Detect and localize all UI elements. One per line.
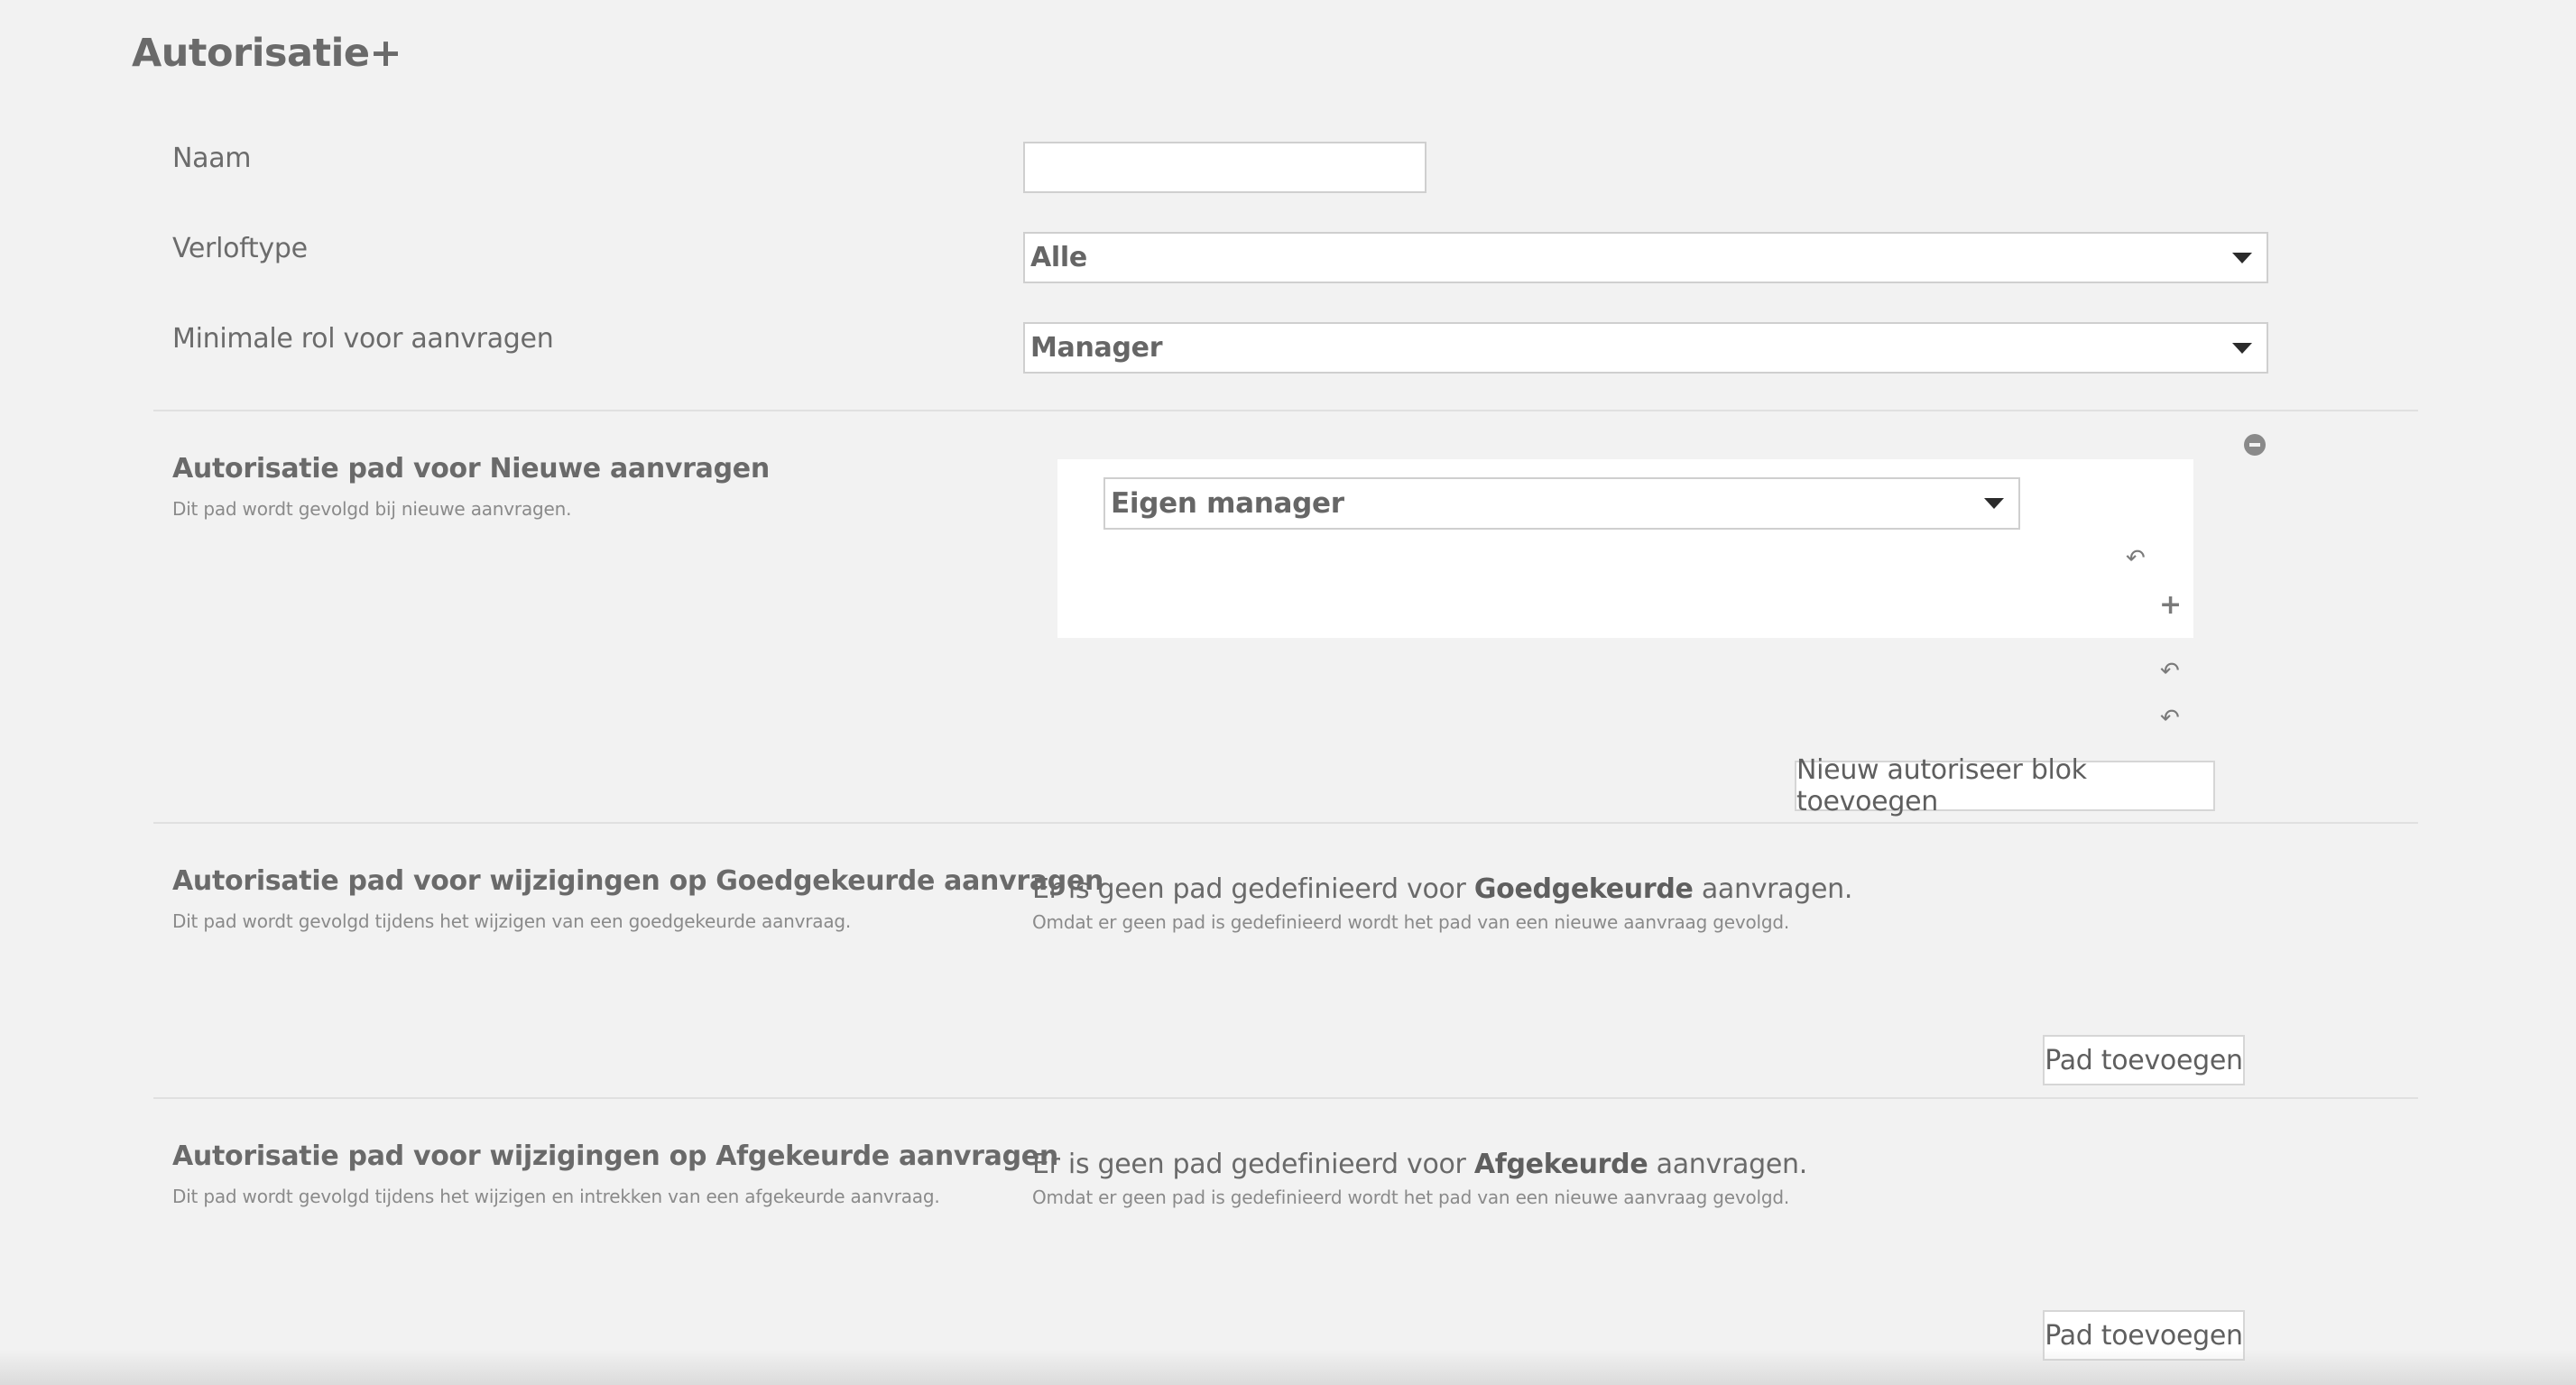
section-approved-title: Autorisatie pad voor wijzigingen op Goed… — [172, 865, 1104, 897]
rejected-msg-prefix: Er is geen pad gedefinieerd voor — [1032, 1149, 1474, 1180]
divider — [153, 822, 2418, 824]
min-role-label: Minimale rol voor aanvragen — [172, 323, 554, 355]
section-approved-subtitle: Dit pad wordt gevolgd tijdens het wijzig… — [172, 910, 852, 932]
min-role-value: Manager — [1030, 332, 1163, 364]
approved-msg-prefix: Er is geen pad gedefinieerd voor — [1032, 873, 1474, 905]
divider — [153, 1097, 2418, 1099]
rejected-msg-suffix: aanvragen. — [1648, 1149, 1808, 1180]
approver-select[interactable]: Eigen manager — [1103, 477, 2020, 530]
leave-type-label: Verloftype — [172, 233, 308, 264]
approver-value: Eigen manager — [1111, 487, 1344, 520]
section-new-title: Autorisatie pad voor Nieuwe aanvragen — [172, 453, 770, 485]
add-authorize-block-button[interactable]: Nieuw autoriseer blok toevoegen — [1795, 754, 2215, 817]
name-label: Naam — [172, 143, 252, 174]
bottom-shadow — [0, 1349, 2576, 1385]
page-title: Autorisatie+ — [132, 31, 402, 76]
collapse-icon[interactable] — [2244, 434, 2266, 456]
approved-add-path-button[interactable]: Pad toevoegen — [2043, 1035, 2245, 1085]
section-rejected-subtitle: Dit pad wordt gevolgd tijdens het wijzig… — [172, 1186, 940, 1207]
undo-icon[interactable]: ↶ — [2160, 660, 2180, 683]
chevron-down-icon — [2232, 342, 2252, 354]
rejected-msg-bold: Afgekeurde — [1473, 1149, 1648, 1180]
autorisatie-page: Autorisatie+ Naam Verloftype Alle Minima… — [0, 0, 2576, 1385]
section-new-subtitle: Dit pad wordt gevolgd bij nieuwe aanvrag… — [172, 498, 572, 520]
plus-icon[interactable]: + — [2159, 592, 2182, 619]
rejected-no-path-note: Omdat er geen pad is gedefinieerd wordt … — [1032, 1186, 1790, 1208]
approved-msg-suffix: aanvragen. — [1693, 873, 1853, 905]
rejected-no-path-message: Er is geen pad gedefinieerd voor Afgekeu… — [1032, 1149, 1807, 1180]
leave-type-value: Alle — [1030, 242, 1087, 273]
approved-no-path-note: Omdat er geen pad is gedefinieerd wordt … — [1032, 911, 1790, 933]
chevron-down-icon — [2232, 252, 2252, 263]
section-rejected-title: Autorisatie pad voor wijzigingen op Afge… — [172, 1140, 1058, 1172]
name-input[interactable] — [1023, 142, 1426, 193]
leave-type-select[interactable]: Alle — [1023, 232, 2268, 283]
chevron-down-icon — [1984, 498, 2004, 509]
undo-icon[interactable]: ↶ — [2126, 547, 2146, 570]
min-role-select[interactable]: Manager — [1023, 322, 2268, 374]
divider — [153, 410, 2418, 411]
approved-no-path-message: Er is geen pad gedefinieerd voor Goedgek… — [1032, 873, 1852, 905]
undo-icon[interactable]: ↶ — [2160, 706, 2180, 730]
approved-msg-bold: Goedgekeurde — [1473, 873, 1694, 905]
